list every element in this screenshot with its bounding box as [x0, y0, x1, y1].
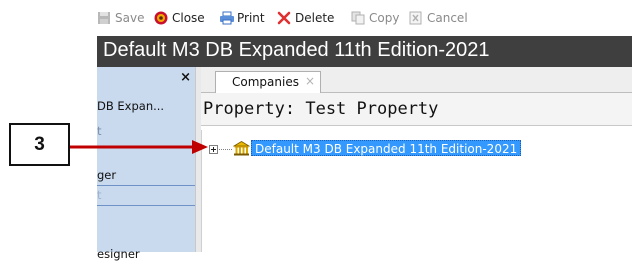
panel-close-icon[interactable]: × [180, 70, 191, 85]
close-button[interactable]: Close [154, 10, 205, 26]
tab-label: Companies [232, 75, 299, 89]
sidebar-item-designer[interactable]: esigner [97, 247, 140, 261]
sidebar-item-4[interactable]: t [97, 188, 102, 202]
toolbar: Save Close Print Delete Copy Cancel [97, 0, 632, 36]
window-title: Default M3 DB Expanded 11th Edition-2021 [103, 39, 490, 61]
cancel-icon [409, 11, 423, 25]
copy-button[interactable]: Copy [351, 10, 399, 26]
tab-companies[interactable]: Companies × [215, 71, 321, 93]
callout-arrow-icon [70, 137, 210, 157]
tree-expand-icon[interactable] [209, 145, 218, 154]
tab-close-icon[interactable]: × [305, 74, 315, 88]
cancel-button[interactable]: Cancel [409, 10, 468, 26]
callout-number-box: 3 [9, 123, 70, 166]
tree-connector-line [219, 149, 232, 150]
print-button[interactable]: Print [219, 10, 265, 26]
title-bar: Default M3 DB Expanded 11th Edition-2021 [97, 36, 632, 67]
sidebar-separator [97, 185, 195, 186]
close-record-icon [154, 11, 168, 25]
sidebar-item-ger[interactable]: ger [97, 168, 116, 182]
print-icon [219, 11, 234, 25]
delete-button[interactable]: Delete [277, 10, 334, 26]
database-building-icon [232, 141, 251, 156]
tree-node-default-m3-db[interactable]: Default M3 DB Expanded 11th Edition-2021 [251, 140, 522, 156]
save-button[interactable]: Save [97, 10, 144, 26]
delete-icon [277, 11, 291, 25]
property-header: Property: Test Property [201, 93, 632, 126]
sidebar-separator [97, 205, 195, 206]
left-nav-panel: × DB Expan... t ger t esigner [97, 67, 195, 261]
tab-strip: Companies × [201, 67, 632, 93]
save-icon [97, 11, 111, 25]
copy-icon [351, 11, 365, 25]
sidebar-item-2[interactable]: t [97, 124, 102, 138]
sidebar-item-db-expanded[interactable]: DB Expan... [97, 99, 164, 113]
property-title: Property: Test Property [203, 99, 439, 119]
